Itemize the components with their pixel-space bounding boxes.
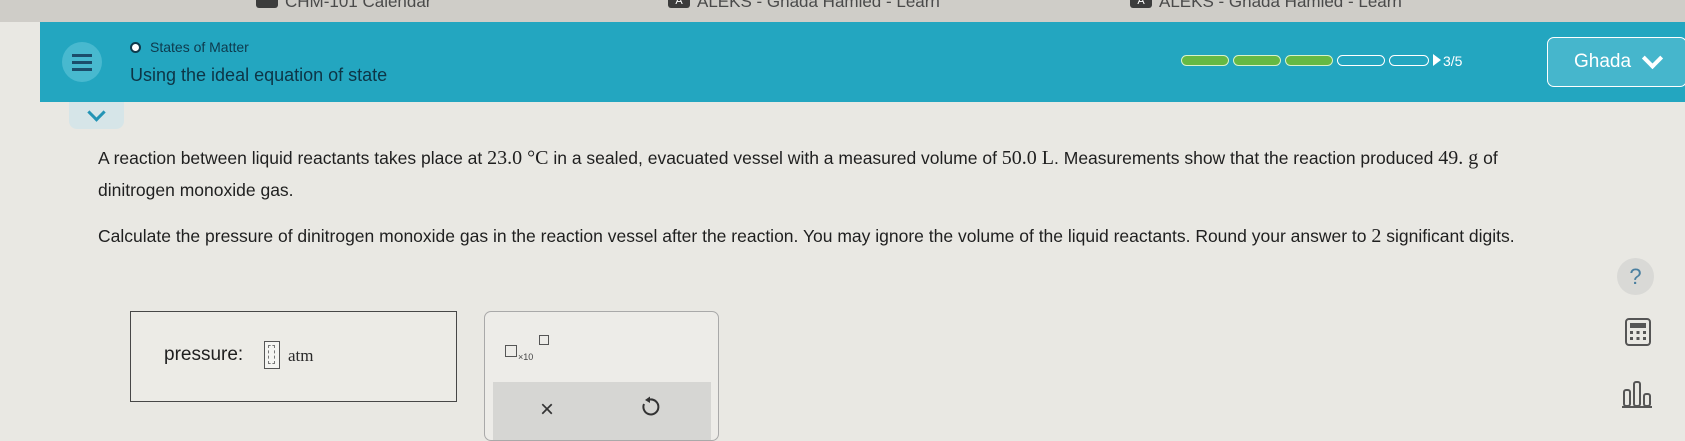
calendar-tab-icon — [256, 0, 278, 8]
significant-digits-value: 2 — [1371, 225, 1382, 247]
browser-tab[interactable]: ALEKS - Ghada Hamied - Learn — [697, 0, 940, 12]
progress-segment — [1389, 54, 1429, 66]
topic-line: States of Matter — [130, 39, 249, 55]
question-paragraph: Calculate the pressure of dinitrogen mon… — [98, 220, 1568, 252]
mass-value: 49. g — [1438, 147, 1479, 169]
tool-bar: × — [493, 382, 711, 440]
pressure-input[interactable] — [264, 341, 280, 369]
browser-tab-strip: CHM-101 Calendar A ALEKS - Ghada Hamied … — [0, 0, 1685, 22]
user-name: Ghada — [1573, 51, 1632, 72]
answer-label: pressure: — [164, 344, 244, 365]
answer-unit: atm — [288, 346, 314, 365]
browser-tab[interactable]: ALEKS - Ghada Hamied - Learn — [1159, 0, 1402, 12]
user-menu-button[interactable]: Ghada — [1547, 37, 1685, 87]
progress-segment — [1233, 54, 1281, 66]
placeholder-box-icon — [505, 345, 517, 357]
hamburger-icon — [72, 53, 92, 71]
clear-button[interactable]: × — [527, 396, 567, 424]
aleks-tab-icon: A — [1130, 0, 1152, 8]
topic-header: States of Matter Using the ideal equatio… — [40, 22, 1685, 102]
question-paragraph: A reaction between liquid reactants take… — [98, 142, 1568, 206]
aleks-tab-icon: A — [668, 0, 690, 8]
bar-chart-icon[interactable] — [1622, 380, 1652, 408]
question-text-part: in a sealed, evacuated vessel with a mea… — [548, 148, 1002, 168]
menu-button[interactable] — [62, 42, 102, 82]
question-text-part: . Measurements show that the reaction pr… — [1054, 148, 1439, 168]
question-text-part: significant digits. — [1381, 226, 1515, 246]
topic-name: States of Matter — [150, 39, 249, 55]
volume-value: 50.0 L — [1001, 147, 1055, 169]
progress-bar — [1181, 54, 1441, 66]
progress-arrow-icon — [1433, 54, 1441, 66]
collapse-header-button[interactable] — [69, 102, 124, 129]
calculator-icon[interactable] — [1625, 318, 1651, 346]
question-text: A reaction between liquid reactants take… — [98, 142, 1568, 266]
chevron-down-icon — [1641, 47, 1664, 69]
topic-status-icon — [130, 41, 141, 53]
progress-segment — [1285, 54, 1333, 66]
temperature-value: 23.0 °C — [487, 147, 549, 169]
progress-segment — [1181, 54, 1229, 66]
browser-tab[interactable]: CHM-101 Calendar — [285, 0, 431, 12]
progress-segment — [1337, 54, 1385, 66]
math-tool-panel: ×10 × — [484, 311, 719, 441]
page-title: Using the ideal equation of state — [130, 65, 388, 85]
help-icon[interactable]: ? — [1617, 258, 1654, 295]
progress-count: 3/5 — [1443, 53, 1463, 69]
question-text-part: A reaction between liquid reactants take… — [98, 148, 488, 168]
exponent-box-icon — [539, 335, 549, 345]
scientific-notation-button[interactable]: ×10 — [505, 332, 555, 362]
undo-icon[interactable] — [639, 396, 661, 418]
chevron-down-icon — [87, 102, 106, 122]
answer-box: pressure: atm — [130, 311, 457, 402]
question-text-part: Calculate the pressure of dinitrogen mon… — [98, 226, 1372, 246]
times-ten-label: ×10 — [518, 352, 534, 362]
